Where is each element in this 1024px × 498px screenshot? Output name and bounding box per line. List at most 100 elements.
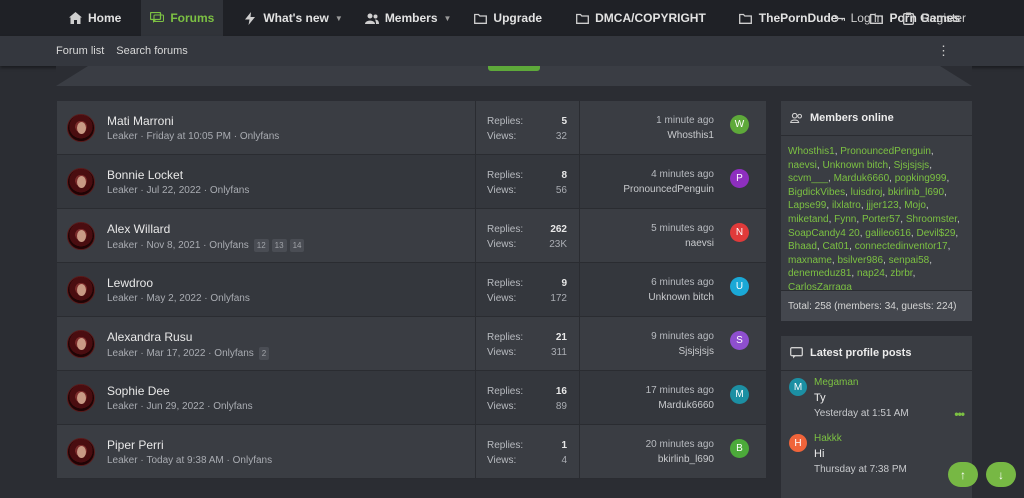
member-link[interactable]: Fynn: [834, 214, 856, 225]
nav-login[interactable]: Log in: [822, 0, 893, 36]
subnav-search-forums[interactable]: Search forums: [116, 45, 188, 57]
thread-title[interactable]: Mati Marroni: [107, 114, 174, 128]
thread-author[interactable]: Leaker: [107, 185, 138, 196]
last-post-time[interactable]: 17 minutes ago: [646, 385, 714, 396]
thread-date[interactable]: Today at 9:38 AM: [146, 455, 223, 466]
nav-home[interactable]: Home: [0, 0, 130, 36]
thread-date[interactable]: Jun 29, 2022: [146, 401, 204, 412]
member-link[interactable]: bsilver986: [837, 255, 883, 266]
thread-title[interactable]: Alexandra Rusu: [107, 330, 192, 344]
chevron-down-icon[interactable]: ▼: [444, 14, 452, 23]
last-post-avatar[interactable]: N: [730, 223, 749, 242]
author-avatar[interactable]: [67, 330, 95, 358]
thread-forum[interactable]: Onlyfans: [210, 185, 249, 196]
thread-title[interactable]: Sophie Dee: [107, 384, 170, 398]
member-link[interactable]: Whosthis1: [788, 146, 835, 157]
nav-dmca[interactable]: DMCA/COPYRIGHT: [566, 0, 715, 36]
last-post-user[interactable]: Marduk6660: [658, 400, 714, 411]
scroll-down-button[interactable]: ↓: [986, 462, 1016, 487]
member-link[interactable]: zbrbr: [890, 268, 912, 279]
nav-members[interactable]: Members ▼: [356, 0, 461, 36]
nav-upgrade[interactable]: Upgrade: [464, 0, 551, 36]
member-link[interactable]: Lapse99: [788, 200, 826, 211]
thread-date[interactable]: May 2, 2022: [146, 293, 201, 304]
member-link[interactable]: connectedinventor17: [855, 241, 948, 252]
chevron-down-icon[interactable]: ▼: [335, 14, 343, 23]
thread-row[interactable]: Alex Willard Leaker · Nov 8, 2021 · Onlyf…: [57, 209, 766, 263]
member-link[interactable]: bkirlinb_l690: [888, 187, 944, 198]
last-post-avatar[interactable]: M: [730, 385, 749, 404]
author-avatar[interactable]: [67, 276, 95, 304]
thread-title[interactable]: Alex Willard: [107, 222, 170, 236]
thread-author[interactable]: Leaker: [107, 131, 138, 142]
member-link[interactable]: BigdickVibes: [788, 187, 845, 198]
last-post-avatar[interactable]: S: [730, 331, 749, 350]
profile-post-time[interactable]: Yesterday at 1:51 AM: [814, 408, 909, 419]
last-post-time[interactable]: 4 minutes ago: [651, 169, 714, 180]
thread-title[interactable]: Bonnie Locket: [107, 168, 183, 182]
member-link[interactable]: senpai58: [889, 255, 930, 266]
thread-author[interactable]: Leaker: [107, 240, 138, 251]
member-link[interactable]: PronouncedPenguin: [840, 146, 931, 157]
last-post-user[interactable]: Sjsjsjsjs: [678, 346, 714, 357]
thread-forum[interactable]: Onlyfans: [210, 293, 249, 304]
page-link[interactable]: 12: [253, 239, 269, 252]
more-options-icon[interactable]: •••: [954, 407, 965, 421]
thread-forum[interactable]: Onlyfans: [209, 240, 248, 251]
member-link[interactable]: scvm___: [788, 173, 828, 184]
last-post-avatar[interactable]: U: [730, 277, 749, 296]
profile-post-avatar[interactable]: M: [789, 378, 807, 396]
member-link[interactable]: Shroomster: [906, 214, 957, 225]
member-link[interactable]: SoapCandy4 20: [788, 228, 860, 239]
member-link[interactable]: Marduk6660: [834, 173, 890, 184]
thread-title[interactable]: Piper Perri: [107, 438, 164, 452]
last-post-user[interactable]: PronouncedPenguin: [623, 184, 714, 195]
last-post-time[interactable]: 20 minutes ago: [646, 439, 714, 450]
member-link[interactable]: Bhaad: [788, 241, 817, 252]
last-post-user[interactable]: naevsi: [685, 238, 714, 249]
member-link[interactable]: luisdroj: [851, 187, 883, 198]
profile-post-avatar[interactable]: H: [789, 434, 807, 452]
thread-author[interactable]: Leaker: [107, 401, 138, 412]
last-post-time[interactable]: 5 minutes ago: [651, 223, 714, 234]
member-link[interactable]: popking999: [895, 173, 947, 184]
thread-date[interactable]: Friday at 10:05 PM: [146, 131, 230, 142]
member-link[interactable]: galileo616: [865, 228, 911, 239]
member-link[interactable]: miketand: [788, 214, 829, 225]
member-link[interactable]: Mojo: [904, 200, 926, 211]
author-avatar[interactable]: [67, 222, 95, 250]
last-post-time[interactable]: 6 minutes ago: [651, 277, 714, 288]
thread-author[interactable]: Leaker: [107, 455, 138, 466]
author-avatar[interactable]: [67, 384, 95, 412]
member-link[interactable]: maxname: [788, 255, 832, 266]
last-post-avatar[interactable]: W: [730, 115, 749, 134]
nav-register[interactable]: Register: [892, 0, 1024, 36]
author-avatar[interactable]: [67, 438, 95, 466]
thread-forum[interactable]: Onlyfans: [214, 348, 253, 359]
page-link[interactable]: 13: [271, 239, 287, 252]
thread-author[interactable]: Leaker: [107, 348, 138, 359]
thread-forum[interactable]: Onlyfans: [213, 401, 252, 412]
member-link[interactable]: Cat01: [822, 241, 849, 252]
last-post-avatar[interactable]: B: [730, 439, 749, 458]
last-post-user[interactable]: bkirlinb_l690: [658, 454, 714, 465]
page-link[interactable]: 14: [289, 239, 305, 252]
member-link[interactable]: Porter57: [862, 214, 900, 225]
last-post-time[interactable]: 9 minutes ago: [651, 331, 714, 342]
thread-forum[interactable]: Onlyfans: [233, 455, 272, 466]
thread-row[interactable]: Piper Perri Leaker · Today at 9:38 AM · O…: [57, 425, 766, 479]
nav-forums[interactable]: Forums: [141, 0, 224, 36]
member-link[interactable]: naevsi: [788, 160, 817, 171]
thread-row[interactable]: Lewdroo Leaker · May 2, 2022 · Onlyfans Re…: [57, 263, 766, 317]
profile-post-author[interactable]: Hakkk: [814, 433, 842, 444]
more-options-icon[interactable]: ⋮: [937, 44, 950, 57]
thread-author[interactable]: Leaker: [107, 293, 138, 304]
member-link[interactable]: Devil$29: [916, 228, 955, 239]
member-link[interactable]: ilxlatro: [832, 200, 861, 211]
thread-row[interactable]: Mati Marroni Leaker · Friday at 10:05 PM …: [57, 101, 766, 155]
subnav-forum-list[interactable]: Forum list: [56, 45, 104, 57]
profile-post-time[interactable]: Thursday at 7:38 PM: [814, 464, 907, 475]
author-avatar[interactable]: [67, 168, 95, 196]
member-link[interactable]: Unknown bitch: [822, 160, 888, 171]
last-post-avatar[interactable]: P: [730, 169, 749, 188]
